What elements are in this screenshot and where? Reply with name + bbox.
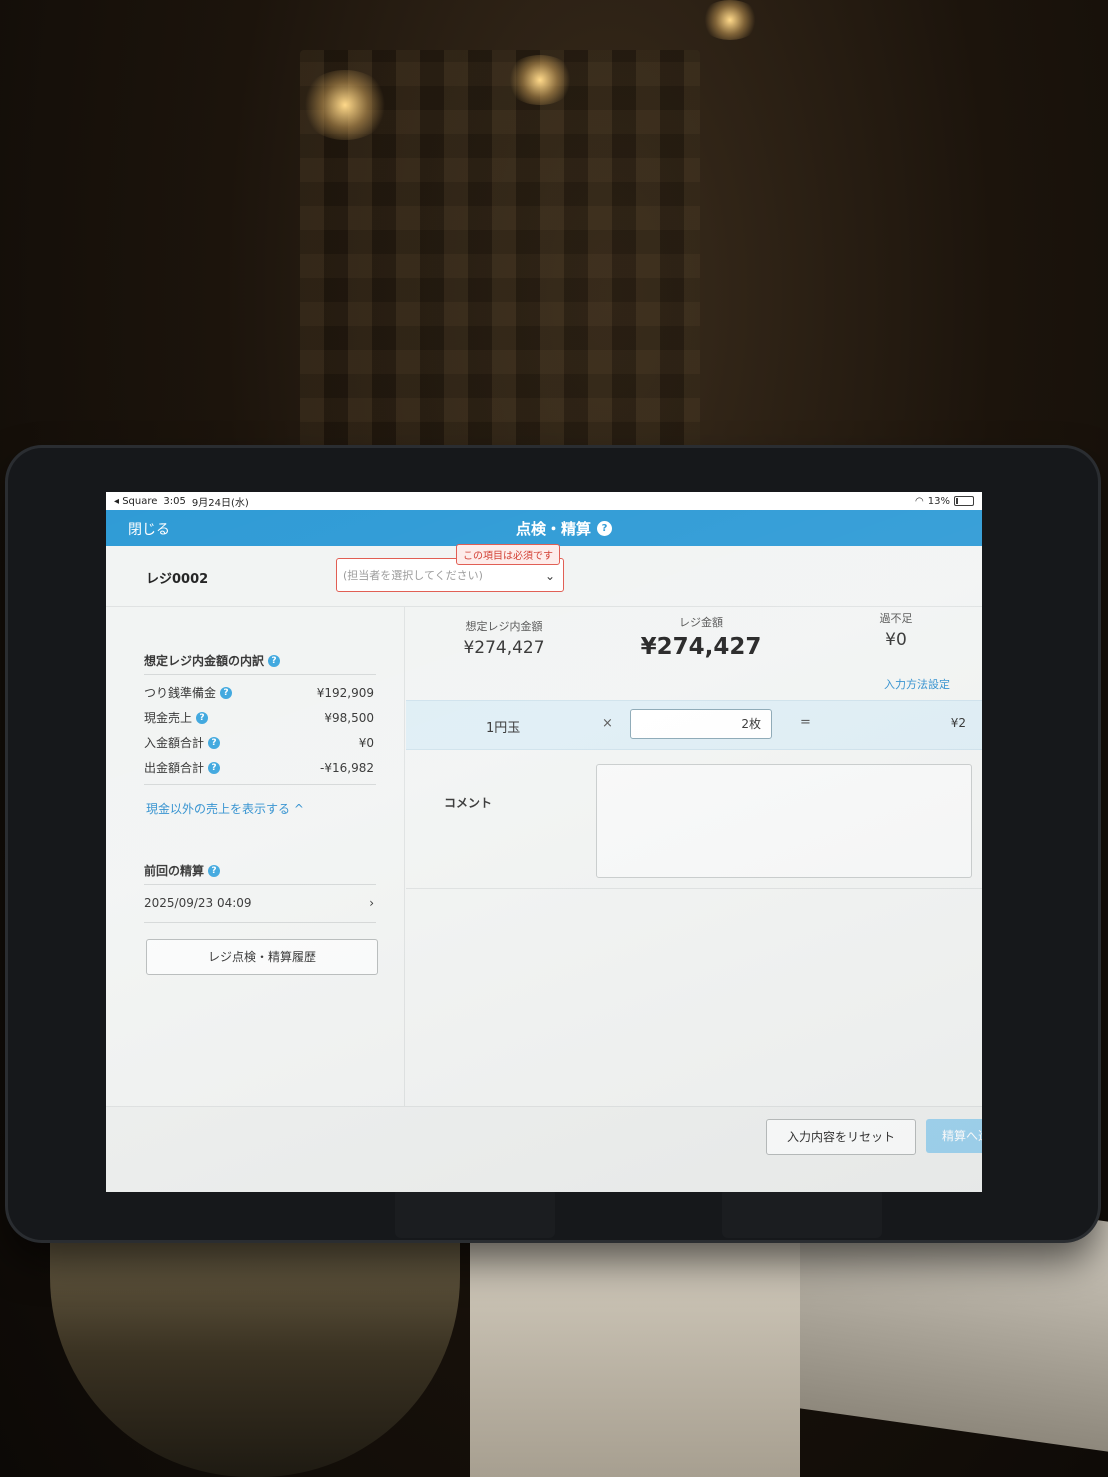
previous-settlement-title-text: 前回の精算 [144,864,205,878]
back-to-app-link[interactable]: ◂ Square [114,496,157,507]
breakdown-value: ¥192,909 [316,685,374,700]
previous-settlement-title: 前回の精算 ? [144,862,221,879]
expected-amount-value: ¥274,427 [463,638,545,658]
denomination-label: 1円玉 [486,721,521,736]
help-icon[interactable]: ? [268,654,281,667]
register-name: レジ0002 [146,572,209,587]
breakdown-title: 想定レジ内金額の内訳 ? [144,652,281,669]
status-date: 9月24日(水) [191,497,249,509]
help-icon[interactable]: ? [220,686,233,699]
help-icon[interactable]: ? [208,736,221,749]
background-light [300,70,390,140]
breakdown-value: ¥0 [358,735,374,750]
register-amount-label: レジ金額 [679,616,723,629]
multiply-sign: × [602,716,613,731]
show-non-cash-sales-link[interactable]: 現金以外の売上を表示する ^ [146,800,304,817]
reset-input-button[interactable]: 入力内容をリセット [766,1119,916,1155]
breakdown-label: 出金額合計 [144,761,205,775]
left-panel: 想定レジ内金額の内訳 ? つり銭準備金? ¥192,909 現金売上? ¥98,… [106,606,405,1106]
help-icon[interactable]: ? [208,864,221,877]
battery-percent: 13% [927,495,950,507]
breakdown-row: 入金額合計? ¥0 [144,734,374,751]
register-amount: レジ金額 ¥274,427 [626,614,776,660]
chevron-right-icon: › [369,896,374,910]
breakdown-value: ¥98,500 [324,710,374,725]
divider [406,888,982,889]
divider [144,884,376,885]
breakdown-row: 現金売上? ¥98,500 [144,709,374,726]
breakdown-row: 出金額合計? -¥16,982 [144,759,374,776]
background-light [700,0,760,40]
proceed-to-settlement-button[interactable]: 精算へ進む [926,1119,982,1153]
settlement-history-button[interactable]: レジ点検・精算履歴 [146,939,378,975]
divider [144,922,376,923]
status-bar: ◂ Square 3:05 9月24日(水) ◠ 13% [106,492,982,510]
divider [144,674,376,675]
comment-label: コメント [444,796,493,810]
breakdown-row: つり銭準備金? ¥192,909 [144,684,374,701]
background-light [505,55,575,105]
paper-stack [470,1200,800,1477]
difference-amount: 過不足 ¥0 [846,610,946,650]
breakdown-label: 入金額合計 [144,736,205,750]
quantity-input[interactable]: 2枚 [630,709,772,739]
denomination-row: 1円玉 × 2枚 = ¥2 [406,700,982,750]
help-icon[interactable]: ? [196,711,209,724]
difference-value: ¥0 [885,630,907,650]
register-amount-value: ¥274,427 [640,634,762,660]
status-time: 3:05 [163,495,186,507]
comment-textarea[interactable] [596,764,972,878]
cash-tray [50,1230,460,1477]
expected-amount: 想定レジ内金額 ¥274,427 [434,618,574,658]
difference-label: 過不足 [879,612,913,625]
amount-summary: 想定レジ内金額 ¥274,427 レジ金額 ¥274,427 過不足 ¥0 入力… [406,606,982,700]
previous-settlement-datetime: 2025/09/23 04:09 [144,896,252,910]
page-title: 点検・精算 [516,520,592,538]
breakdown-title-text: 想定レジ内金額の内訳 [144,654,265,668]
tablet-screen: ◂ Square 3:05 9月24日(水) ◠ 13% 閉じる 点検・精算 ?… [106,492,982,1192]
denomination-subtotal: ¥2 [950,716,966,730]
divider [144,784,376,785]
close-button[interactable]: 閉じる [128,519,170,539]
required-error-tooltip: この項目は必須です [456,544,560,565]
nav-bar: 閉じる 点検・精算 ? [106,510,982,546]
page-title-wrap: 点検・精算 ? [516,518,613,539]
previous-settlement-row[interactable]: 2025/09/23 04:09 › [144,896,374,910]
breakdown-value: -¥16,982 [320,760,374,775]
help-icon[interactable]: ? [597,521,613,536]
wifi-icon: ◠ [915,495,924,507]
breakdown-label: つり銭準備金 [144,686,217,700]
expected-amount-label: 想定レジ内金額 [465,620,543,633]
status-right: ◠ 13% [915,496,974,507]
input-method-settings-link[interactable]: 入力方法設定 [884,676,950,692]
staff-select-placeholder: (担当者を選択してください) [343,569,483,582]
footer-bar: 入力内容をリセット 精算へ進む [106,1106,982,1192]
help-icon[interactable]: ? [208,761,221,774]
breakdown-label: 現金売上 [144,711,193,725]
battery-icon [954,496,974,506]
equals-sign: = [800,715,811,730]
